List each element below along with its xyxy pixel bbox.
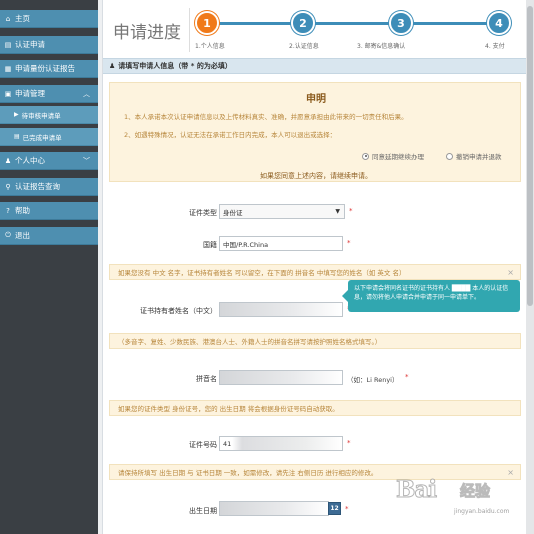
sidebar-item-certify[interactable]: ▤ 认证申请 <box>0 36 98 54</box>
caret-down-icon: ▼ <box>335 208 340 215</box>
sidebar-item-label: 认证申请 <box>15 40 45 49</box>
sidebar-item-label: 主页 <box>15 14 30 23</box>
cert-type-value: 身份证 <box>223 208 243 217</box>
help-icon: ? <box>6 206 10 215</box>
radio-label: 撤销申请并退款 <box>456 153 502 161</box>
sidebar-item-label: 退出 <box>15 231 30 240</box>
chevron-down-icon: ﹀ <box>83 156 90 165</box>
id-number-input[interactable]: 41 <box>219 436 343 451</box>
search-icon: ⚲ <box>5 182 11 191</box>
watermark-brand: Bai <box>395 476 437 504</box>
sidebar-subitem-completed[interactable]: ▤ 已完成申请单 <box>0 128 98 146</box>
apply-manage-icon: ▣ <box>4 89 12 98</box>
birth-date-input[interactable] <box>219 501 329 516</box>
pinyin-hint: （如：Li Renyi） <box>347 376 399 384</box>
declaration-line-2: 2、如遇特殊情况，认证无法在承诺工作日内完成，本人可以退出或选择： <box>124 131 337 139</box>
nationality-value: 中国/P.R.China <box>223 240 269 249</box>
nationality-label: 国籍 <box>203 241 217 249</box>
holder-name-input[interactable] <box>219 302 343 317</box>
name-notice: 如果您没有 中文 名字，证书持有者姓名 可以留空，在下面的 拼音名 中填写您的姓… <box>109 264 521 280</box>
section-header: ♟ 请填写申请人信息（带 * 的为必填） <box>103 58 527 74</box>
step-3-label: 3. 邮寄&信息确认 <box>357 43 406 50</box>
scrollbar-thumb[interactable] <box>527 6 533 306</box>
sidebar-item-label: 帮助 <box>15 206 30 215</box>
close-icon[interactable]: × <box>507 268 514 277</box>
power-icon: ⏻ <box>5 231 11 239</box>
required-mark: * <box>349 207 353 215</box>
list-icon: ▤ <box>14 133 20 140</box>
main-panel: 申请进度 1 2 3 4 1.个人信息 2.认证信息 3. 邮寄&信息确认 4.… <box>102 0 527 534</box>
sidebar-item-apply-manage[interactable]: ▣ 申请管理 ︿ <box>0 85 98 103</box>
sidebar-subitem-label: 待审核申请单 <box>21 111 61 120</box>
holder-name-label: 证书持有者姓名（中文） <box>140 307 217 315</box>
watermark-url: jingyan.baidu.com <box>454 508 510 515</box>
step-1-label: 1.个人信息 <box>195 43 225 50</box>
step-progress-line <box>207 22 497 25</box>
calendar-icon[interactable]: 12 <box>328 502 341 515</box>
step-4-label: 4. 支付 <box>485 43 505 50</box>
id-notice: 如果您的证件类型 身份证号，您的 出生日期 将会根据身份证号码自动获取。 <box>109 400 521 416</box>
radio-label: 同意延期继续办理 <box>372 153 424 161</box>
sidebar-item-help[interactable]: ? 帮助 <box>0 202 98 220</box>
scrollbar[interactable] <box>526 0 534 534</box>
section-title: 请填写申请人信息（带 * 的为必填） <box>118 62 232 70</box>
required-mark: * <box>405 373 409 381</box>
watermark-sub: 经验 <box>459 482 491 501</box>
pinyin-notice-text: （多音字、复姓、少数民族、港澳台人士、外籍人士的拼音名拼写请按护照姓名格式填写。… <box>118 338 382 346</box>
holder-tooltip: 以下申请会将同名证书的证书持有人 ████ 本人的认证信息，请勿将他人申请合并申… <box>342 280 520 312</box>
sidebar-item-label: 认证报告查询 <box>15 182 60 191</box>
required-mark: * <box>347 239 351 247</box>
id-notice-text: 如果您的证件类型 身份证号，您的 出生日期 将会根据身份证号码自动获取。 <box>118 405 339 413</box>
sidebar-item-home[interactable]: ⌂ 主页 <box>0 10 98 28</box>
required-mark: * <box>345 505 349 513</box>
sidebar-item-report-apply[interactable]: ▦ 申请量份认证报告 <box>0 60 98 78</box>
sidebar: ⌂ 主页 ▤ 认证申请 ▦ 申请量份认证报告 ▣ 申请管理 ︿ ▶ 待审核申请单… <box>0 0 98 534</box>
sidebar-subitem-label: 已完成申请单 <box>22 133 62 142</box>
step-2-label: 2.认证信息 <box>289 43 319 50</box>
birth-date-label: 出生日期 <box>189 507 217 515</box>
document-icon: ▦ <box>4 64 12 73</box>
step-3-circle: 3 <box>389 11 413 35</box>
home-icon: ⌂ <box>5 14 11 23</box>
cert-type-select[interactable]: 身份证 ▼ <box>219 204 345 219</box>
step-4-circle: 4 <box>487 11 511 35</box>
sidebar-item-report-query[interactable]: ⚲ 认证报告查询 <box>0 178 98 196</box>
radio-agree-continue[interactable]: 同意延期继续办理 <box>362 151 424 161</box>
sidebar-item-label: 个人中心 <box>15 156 45 165</box>
sidebar-item-label: 申请量份认证报告 <box>15 64 75 73</box>
page-title: 申请进度 <box>113 23 181 43</box>
pinyin-input[interactable] <box>219 370 343 385</box>
user-icon: ♟ <box>4 156 12 165</box>
nationality-input[interactable]: 中国/P.R.China <box>219 236 343 251</box>
step-1-circle: 1 <box>195 11 219 35</box>
name-notice-text: 如果您没有 中文 名字，证书持有者姓名 可以留空，在下面的 拼音名 中填写您的姓… <box>118 269 406 277</box>
chevron-up-icon: ︿ <box>83 89 90 98</box>
certificate-icon: ▤ <box>4 40 12 49</box>
id-number-label: 证件号码 <box>189 441 217 449</box>
title-divider <box>189 8 190 52</box>
pinyin-label: 拼音名 <box>196 375 217 383</box>
sidebar-subitem-pending[interactable]: ▶ 待审核申请单 <box>0 106 98 124</box>
cart-icon: ▶ <box>14 111 19 118</box>
sidebar-item-personal[interactable]: ♟ 个人中心 ﹀ <box>0 152 98 170</box>
declaration-line-1: 1、本人承诺本次认证申请信息以及上传材料真实、准确，并愿意承担由此带来的一切责任… <box>124 113 408 121</box>
required-mark: * <box>347 439 351 447</box>
radio-unchecked-icon <box>446 152 453 160</box>
birth-notice-text: 请保持所填写 出生日期 与 证书日期 一致，如需修改，请先注 右侧日历 进行相应… <box>118 469 378 477</box>
step-2-circle: 2 <box>291 11 315 35</box>
watermark-logo: Bai 经验 jingyan.baidu.com <box>395 474 530 524</box>
cert-type-label: 证件类型 <box>189 209 217 217</box>
pinyin-notice: （多音字、复姓、少数民族、港澳台人士、外籍人士的拼音名拼写请按护照姓名格式填写。… <box>109 333 521 349</box>
radio-checked-icon <box>362 152 369 160</box>
radio-cancel-refund[interactable]: 撤销申请并退款 <box>446 151 502 161</box>
declaration-box: 申明 1、本人承诺本次认证申请信息以及上传材料真实、准确，并愿意承担由此带来的一… <box>109 82 521 182</box>
sidebar-item-logout[interactable]: ⏻ 退出 <box>0 227 98 245</box>
declaration-footer: 如果您同意上述内容，请继续申请。 <box>260 172 372 180</box>
id-number-value: 41 <box>223 439 232 448</box>
declaration-title: 申明 <box>306 94 326 105</box>
sidebar-item-label: 申请管理 <box>15 89 45 98</box>
user-icon: ♟ <box>109 62 116 70</box>
